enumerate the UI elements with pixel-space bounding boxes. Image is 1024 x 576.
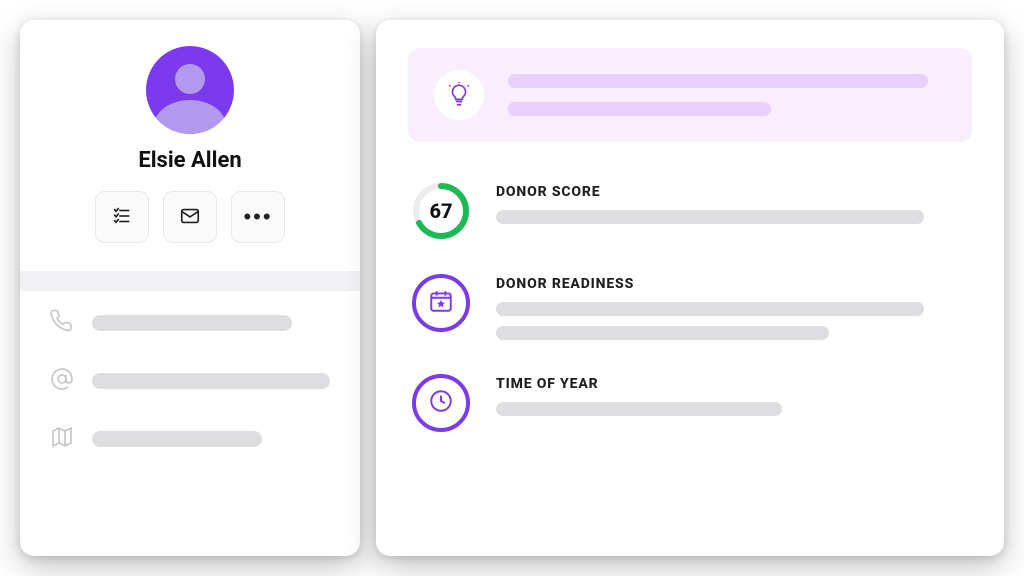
placeholder-line xyxy=(92,315,292,331)
lightbulb-icon xyxy=(434,70,484,120)
placeholder-line xyxy=(496,326,829,340)
list-button[interactable] xyxy=(95,191,149,243)
readiness-ring xyxy=(412,274,470,332)
profile-name: Elsie Allen xyxy=(138,148,241,173)
metric-label: TIME OF YEAR xyxy=(496,376,972,392)
banner-lines xyxy=(508,74,946,116)
map-icon xyxy=(50,425,74,453)
placeholder-line xyxy=(508,74,928,88)
placeholder-line xyxy=(496,210,924,224)
placeholder-line xyxy=(92,373,330,389)
mail-icon xyxy=(179,205,201,230)
metric-donor-score: 67 DONOR SCORE xyxy=(412,182,972,240)
placeholder-line xyxy=(496,302,924,316)
metric-label: DONOR SCORE xyxy=(496,184,972,200)
contact-row-address xyxy=(50,425,330,453)
contact-row-phone xyxy=(50,309,330,337)
calendar-star-icon xyxy=(428,288,454,318)
contact-row-email xyxy=(50,367,330,395)
insights-card: 67 DONOR SCORE DONOR READINESS xyxy=(376,20,1004,556)
placeholder-line xyxy=(508,102,771,116)
metric-label: DONOR READINESS xyxy=(496,276,972,292)
time-ring xyxy=(412,374,470,432)
clock-icon xyxy=(428,388,454,418)
more-button[interactable]: ••• xyxy=(231,191,285,243)
at-icon xyxy=(50,367,74,395)
placeholder-line xyxy=(92,431,262,447)
metric-time-of-year: TIME OF YEAR xyxy=(412,374,972,432)
avatar xyxy=(146,46,234,134)
score-arc: 67 xyxy=(412,182,470,240)
app-root: Elsie Allen ••• xyxy=(0,0,1024,576)
metric-donor-readiness: DONOR READINESS xyxy=(412,274,972,340)
placeholder-line xyxy=(496,402,782,416)
score-value: 67 xyxy=(412,182,470,240)
list-icon xyxy=(111,205,133,230)
phone-icon xyxy=(50,309,74,337)
divider xyxy=(20,271,360,291)
metrics-list: 67 DONOR SCORE DONOR READINESS xyxy=(408,182,972,432)
mail-button[interactable] xyxy=(163,191,217,243)
profile-action-row: ••• xyxy=(95,191,285,243)
insight-banner xyxy=(408,48,972,142)
contact-details xyxy=(20,291,360,453)
profile-card: Elsie Allen ••• xyxy=(20,20,360,556)
